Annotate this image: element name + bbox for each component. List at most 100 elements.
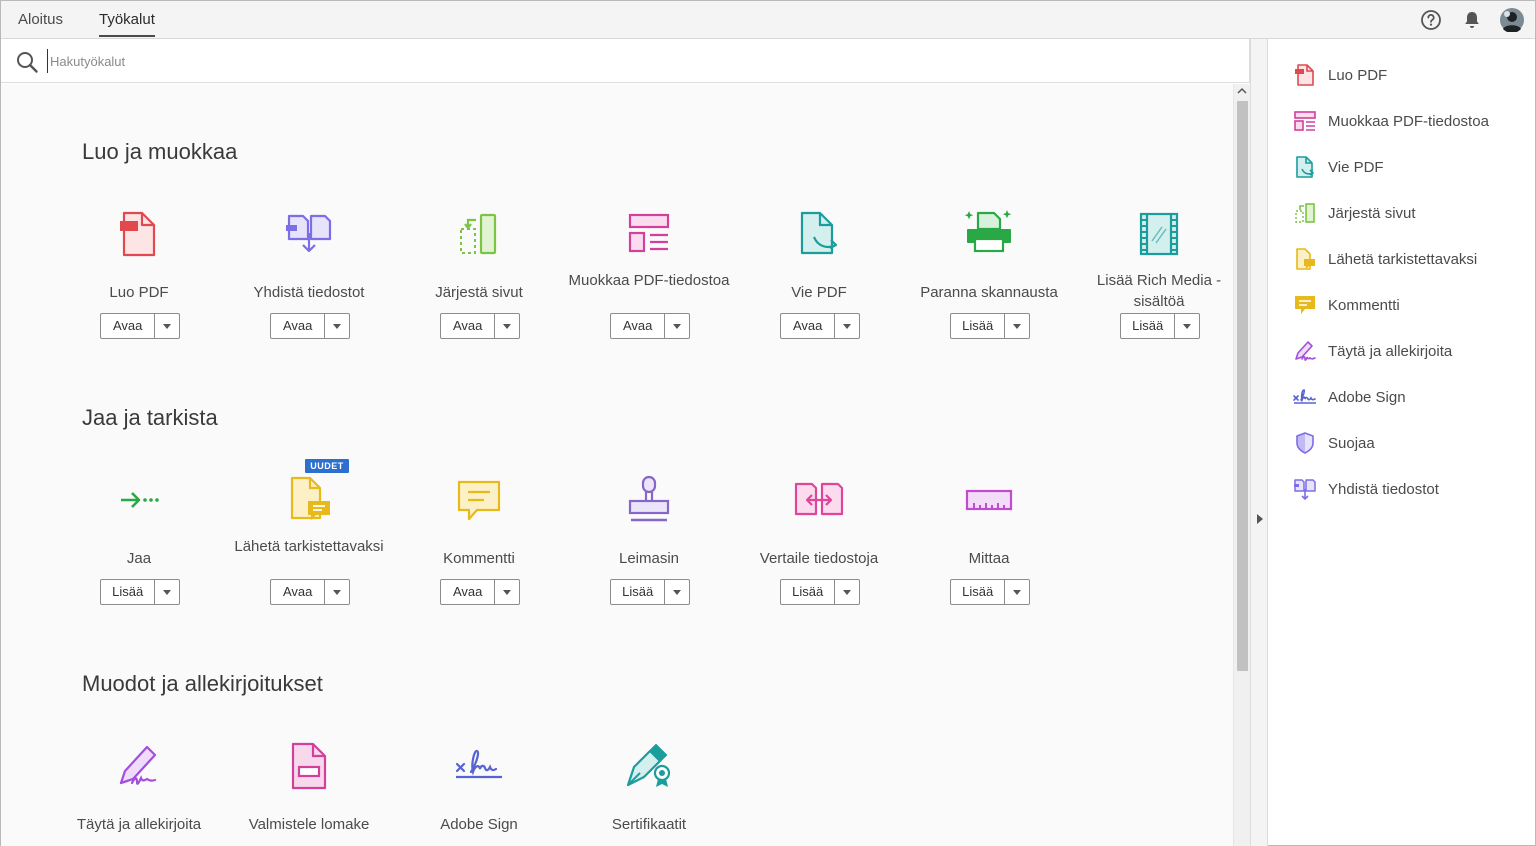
panel-item-label: Muokkaa PDF-tiedostoa [1328,112,1489,130]
send-review-icon[interactable] [282,473,336,527]
tool-name: Muokkaa PDF-tiedostoa [568,272,730,289]
tool-name: Valmistele lomake [248,816,370,833]
panel-item-label: Lähetä tarkistettavaksi [1328,250,1478,268]
section-title-share-review: Jaa ja tarkista [82,405,218,430]
add-button[interactable]: Lisää [1120,313,1200,339]
add-button[interactable]: Lisää [610,579,690,605]
open-button[interactable]: Avaa [610,313,690,339]
export-pdf-icon[interactable] [792,207,846,261]
search-bar [1,39,1250,83]
panel-item-export-pdf[interactable]: Vie PDF [1293,154,1384,180]
measure-icon[interactable] [962,473,1016,527]
tool-prepare-form: Valmistele lomake [224,739,394,833]
edit-pdf-icon[interactable] [622,207,676,261]
share-icon[interactable] [112,473,166,527]
panel-item-comment[interactable]: Kommentti [1293,292,1400,318]
tool-name: Vertaile tiedostoja [759,550,879,567]
enhance-scan-icon[interactable] [962,207,1016,261]
right-tools-panel: Luo PDF Muokkaa PDF-tiedostoa Vie PDF Jä… [1269,39,1535,845]
chevron-down-icon[interactable] [835,580,859,604]
panel-item-combine-files[interactable]: Yhdistä tiedostot [1293,476,1439,502]
send-review-icon [1296,248,1315,270]
search-tools-input[interactable] [47,49,647,73]
chevron-down-icon[interactable] [1005,314,1029,338]
organize-pages-icon [1295,203,1315,223]
stamp-icon[interactable] [622,473,676,527]
adobe-sign-icon[interactable] [452,739,506,793]
panel-item-label: Luo PDF [1328,66,1388,84]
tool-export-pdf: Vie PDF Avaa [734,207,904,339]
rich-media-icon[interactable] [1132,207,1186,261]
tool-name: Vie PDF [791,284,847,301]
tool-organize-pages: Järjestä sivut Avaa [394,207,564,339]
vertical-scrollbar[interactable] [1233,84,1250,846]
chevron-down-icon[interactable] [1005,580,1029,604]
chevron-down-icon[interactable] [325,580,349,604]
tool-compare-files: Vertaile tiedostoja Lisää [734,473,904,605]
combine-files-icon[interactable] [282,207,336,261]
open-button[interactable]: Avaa [440,313,520,339]
panel-item-protect[interactable]: Suojaa [1293,430,1375,456]
tool-name: Luo PDF [109,284,169,301]
notifications-bell-icon[interactable] [1461,9,1483,31]
tool-share: Jaa Lisää [54,473,224,605]
panel-item-fill-sign[interactable]: Täytä ja allekirjoita [1293,338,1452,364]
create-pdf-icon[interactable] [112,207,166,261]
open-button[interactable]: Avaa [270,579,350,605]
tab-tools[interactable]: Työkalut [99,1,155,39]
help-icon[interactable] [1420,9,1442,31]
open-button[interactable]: Avaa [440,579,520,605]
section-title-create-edit: Luo ja muokkaa [82,139,238,164]
fill-sign-icon[interactable] [112,739,166,793]
scroll-up-arrow-icon[interactable] [1237,87,1247,95]
compare-files-icon[interactable] [792,473,846,527]
top-tab-bar: Aloitus Työkalut [1,1,1535,39]
tool-name: Paranna skannausta [920,284,1058,301]
tool-name: Leimasin [618,550,680,567]
tool-name: Järjestä sivut [435,284,523,301]
tool-measure: Mittaa Lisää [904,473,1074,605]
collapse-panel-arrow-icon[interactable] [1256,513,1264,525]
panel-item-label: Täytä ja allekirjoita [1328,342,1453,360]
tool-certificates: Sertifikaatit [564,739,734,833]
tool-combine-files: Yhdistä tiedostot Avaa [224,207,394,339]
scroll-thumb[interactable] [1237,101,1248,671]
panel-item-send-review[interactable]: Lähetä tarkistettavaksi [1293,246,1477,272]
panel-item-organize-pages[interactable]: Järjestä sivut [1293,200,1416,226]
organize-pages-icon[interactable] [452,207,506,261]
open-button[interactable]: Avaa [780,313,860,339]
panel-item-label: Adobe Sign [1328,388,1406,406]
chevron-down-icon[interactable] [835,314,859,338]
panel-item-edit-pdf[interactable]: Muokkaa PDF-tiedostoa [1293,108,1489,134]
chevron-down-icon[interactable] [155,314,179,338]
chevron-down-icon[interactable] [665,580,689,604]
add-button[interactable]: Lisää [950,313,1030,339]
chevron-down-icon[interactable] [155,580,179,604]
tools-main-area: Luo ja muokkaa Luo PDF Avaa Yhdistä tied… [1,84,1233,846]
tool-name: Sertifikaatit [611,816,687,833]
panel-item-label: Suojaa [1328,434,1375,452]
tool-edit-pdf: Muokkaa PDF-tiedostoa Avaa [564,207,734,339]
tab-home[interactable]: Aloitus [18,1,63,39]
tool-fill-sign: Täytä ja allekirjoita [54,739,224,833]
tool-name: Adobe Sign [440,816,518,833]
user-avatar[interactable] [1500,8,1524,32]
panel-item-create-pdf[interactable]: Luo PDF [1293,62,1387,88]
chevron-down-icon[interactable] [495,580,519,604]
chevron-down-icon[interactable] [665,314,689,338]
add-button[interactable]: Lisää [100,579,180,605]
tool-create-pdf: Luo PDF Avaa [54,207,224,339]
certificates-icon[interactable] [622,739,676,793]
comment-icon [1295,296,1315,314]
panel-item-adobe-sign[interactable]: Adobe Sign [1293,384,1406,410]
open-button[interactable]: Avaa [270,313,350,339]
tool-adobe-sign: Adobe Sign [394,739,564,833]
add-button[interactable]: Lisää [780,579,860,605]
comment-icon[interactable] [452,473,506,527]
chevron-down-icon[interactable] [1175,314,1199,338]
open-button[interactable]: Avaa [100,313,180,339]
chevron-down-icon[interactable] [325,314,349,338]
prepare-form-icon[interactable] [282,739,336,793]
add-button[interactable]: Lisää [950,579,1030,605]
chevron-down-icon[interactable] [495,314,519,338]
